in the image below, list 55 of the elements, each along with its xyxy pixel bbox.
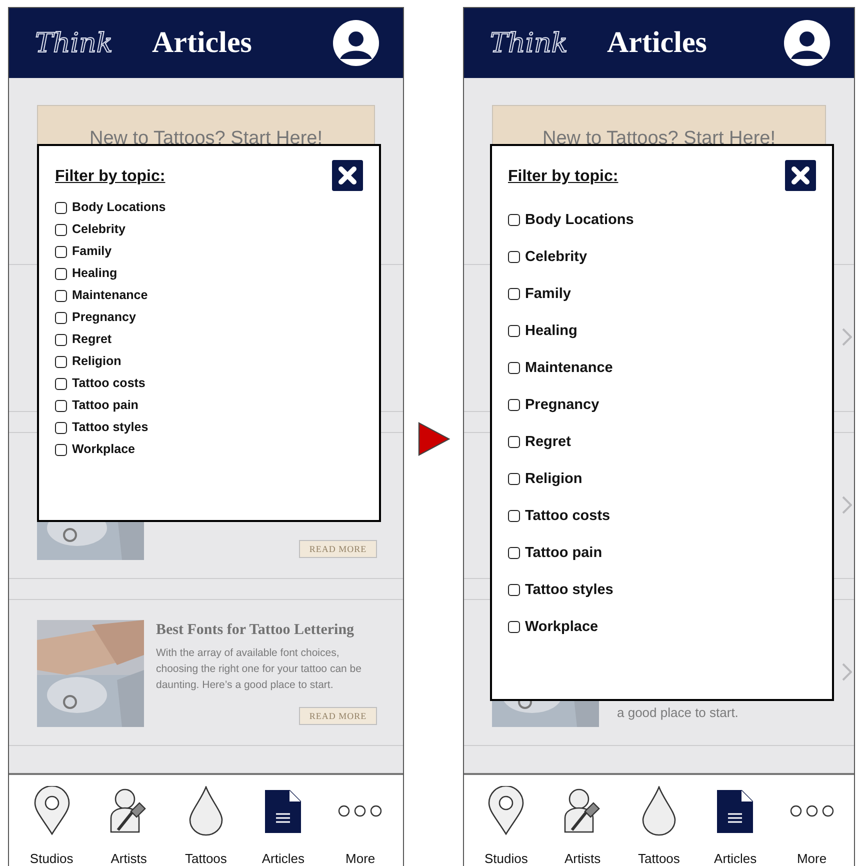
ink-drop-icon (188, 786, 223, 836)
topic-checkbox[interactable]: Pregnancy (508, 396, 816, 414)
topic-checkbox[interactable]: Tattoo pain (508, 544, 816, 562)
topic-checkbox[interactable]: Healing (55, 265, 363, 282)
topic-checkbox[interactable]: Maintenance (55, 287, 363, 304)
document-icon (717, 790, 754, 832)
app-logo: Think (35, 28, 114, 58)
topic-checkbox[interactable]: Body Locations (508, 211, 816, 229)
nav-tab[interactable]: Articles (700, 785, 770, 866)
topic-checkbox[interactable]: Tattoo styles (508, 581, 816, 599)
next-arrow-icon (418, 422, 450, 456)
topic-checkbox[interactable]: Maintenance (508, 359, 816, 377)
nav-tab[interactable]: Studios (471, 785, 542, 866)
document-icon (265, 790, 302, 832)
article-summary: With the array of available font choices, choosing the right one for your tattoo can be daunting. Here’s a good place to start. (156, 646, 362, 693)
topic-checkbox[interactable]: Workplace (55, 441, 363, 458)
more-dots-icon (338, 805, 382, 817)
nav-tab[interactable]: Articles (248, 785, 318, 866)
topic-checkbox[interactable]: Religion (55, 353, 363, 370)
profile-icon[interactable] (333, 20, 379, 66)
topic-checkbox[interactable]: Healing (508, 322, 816, 340)
topic-checkbox[interactable]: Tattoo costs (55, 375, 363, 392)
page-title: Articles (606, 26, 708, 60)
profile-icon[interactable] (784, 20, 830, 66)
topic-checkbox[interactable]: Pregnancy (55, 309, 363, 326)
ink-drop-icon (642, 786, 676, 836)
nav-tab[interactable]: Tattoos (624, 785, 694, 866)
app-logo: Think (490, 28, 569, 58)
close-icon[interactable] (332, 160, 363, 191)
topic-checkbox[interactable]: Tattoo costs (508, 507, 816, 525)
nav-tab[interactable]: Artists (94, 785, 164, 866)
topic-checkbox[interactable]: Family (55, 243, 363, 260)
article-row[interactable]: Best Fonts for Tattoo Lettering With the array of available font choices, choosing the right one for your tattoo can be daunting. Here’s a good place to start. READ MORE (9, 599, 403, 746)
topic-checkbox[interactable]: Tattoo styles (55, 419, 363, 436)
nav-tab[interactable]: More (776, 785, 847, 866)
page-title: Articles (151, 26, 253, 60)
nav-tab[interactable]: Studios (16, 785, 87, 866)
topic-checkbox[interactable]: Tattoo pain (55, 397, 363, 414)
nav-tab[interactable]: More (325, 785, 396, 866)
article-title[interactable]: Best Fonts for Tattoo Lettering (156, 622, 377, 639)
close-icon[interactable] (785, 160, 816, 191)
nav-tab[interactable]: Artists (548, 785, 618, 866)
topic-checkbox[interactable]: Regret (508, 433, 816, 451)
topic-checkbox[interactable]: Workplace (508, 618, 816, 636)
map-pin-icon (34, 786, 70, 836)
topic-checkbox[interactable]: Regret (55, 331, 363, 348)
topic-checkbox[interactable]: Religion (508, 470, 816, 488)
topic-checkbox[interactable]: Celebrity (508, 248, 816, 266)
topic-checkbox[interactable]: Body Locations (55, 199, 363, 216)
more-dots-icon (790, 805, 834, 817)
map-pin-icon (488, 786, 524, 836)
topic-checkbox[interactable]: Celebrity (55, 221, 363, 238)
topic-checkbox[interactable]: Family (508, 285, 816, 303)
nav-tab[interactable]: Tattoos (170, 785, 241, 866)
article-summary: a good place to start. (616, 705, 740, 722)
